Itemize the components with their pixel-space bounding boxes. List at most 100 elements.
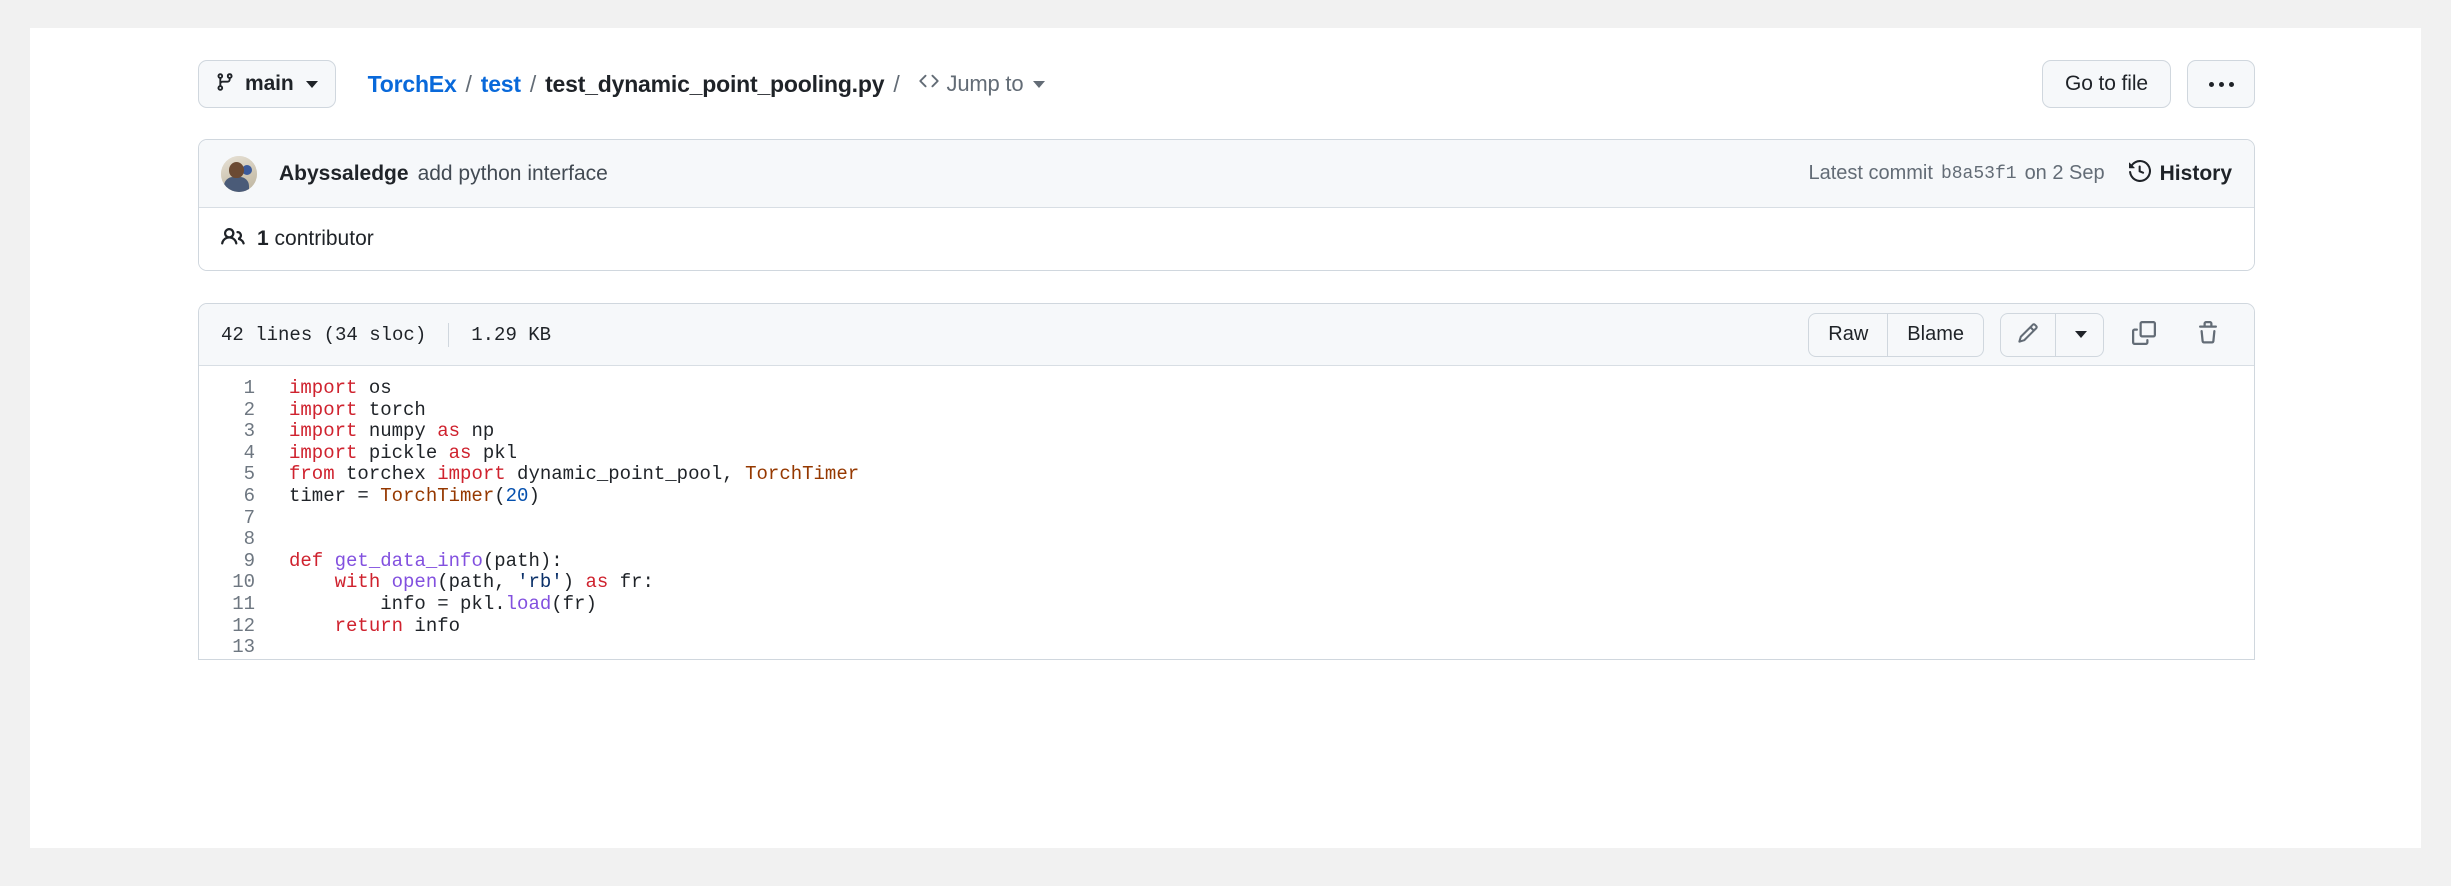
line-content — [273, 508, 300, 530]
breadcrumb-repo-link[interactable]: TorchEx — [368, 71, 457, 98]
line-number[interactable]: 2 — [199, 399, 273, 422]
dot-icon — [2228, 81, 2234, 87]
code-token: torch — [357, 398, 426, 421]
line-count-label: 42 lines (34 sloc) — [221, 323, 427, 346]
commit-message-link[interactable]: add python interface — [418, 162, 608, 186]
code-line: 1 import os — [199, 377, 2254, 400]
branch-selector-button[interactable]: main — [198, 60, 336, 108]
code-token: fr: — [608, 571, 654, 594]
code-token: 20 — [505, 484, 529, 507]
breadcrumb-folder-link[interactable]: test — [481, 71, 521, 98]
line-number[interactable]: 6 — [199, 485, 273, 508]
code-token: with — [334, 571, 381, 594]
edit-file-button[interactable] — [2000, 312, 2056, 357]
line-number[interactable]: 4 — [199, 442, 273, 465]
line-number[interactable]: 3 — [199, 421, 273, 443]
code-line: 10 with open(path, 'rb') as fr: — [199, 572, 2254, 594]
code-token: ) — [528, 484, 540, 507]
line-content: import os — [273, 377, 392, 400]
line-number[interactable]: 8 — [199, 529, 273, 551]
line-content: with open(path, 'rb') as fr: — [273, 572, 654, 594]
go-to-file-button[interactable]: Go to file — [2041, 60, 2171, 108]
history-link[interactable]: History — [2128, 159, 2232, 188]
contributors-row: 1 contributor — [199, 208, 2254, 270]
code-token: (fr) — [551, 592, 597, 615]
code-line: 2 import torch — [199, 398, 2254, 422]
blob-header: 42 lines (34 sloc) 1.29 KB Raw Blame — [199, 304, 2254, 366]
jump-to-label: Jump to — [946, 71, 1024, 96]
code-line: 4 import pickle as pkl — [199, 441, 2254, 465]
line-number[interactable]: 11 — [199, 593, 273, 616]
code-token: as — [585, 571, 609, 594]
code-token: ( — [494, 484, 506, 507]
jump-to-button[interactable]: Jump to — [918, 71, 1046, 97]
code-token: import — [289, 420, 358, 443]
history-label: History — [2159, 161, 2232, 185]
commit-date: on 2 Sep — [2024, 162, 2105, 184]
blame-button[interactable]: Blame — [1888, 312, 1984, 357]
line-content: import pickle as pkl — [273, 441, 517, 465]
avatar[interactable] — [221, 155, 257, 192]
edit-dropdown-button[interactable] — [2056, 312, 2104, 357]
code-token: import — [289, 441, 358, 464]
code-line: 9 def get_data_info(path): — [199, 550, 2254, 573]
git-branch-icon — [215, 71, 235, 98]
line-number[interactable]: 10 — [199, 572, 273, 594]
meta-divider — [448, 322, 450, 347]
code-line: 11 info = pkl.load(fr) — [199, 592, 2254, 616]
code-token: ) — [562, 571, 586, 594]
code-token: from — [289, 463, 335, 486]
copy-raw-content-button[interactable] — [2120, 313, 2168, 357]
line-number[interactable]: 1 — [199, 377, 273, 400]
latest-commit-row: Abyssaledge add python interface Latest … — [199, 140, 2254, 208]
commit-author-link[interactable]: Abyssaledge — [279, 162, 409, 186]
history-clock-icon — [2128, 159, 2151, 188]
code-token: return — [334, 614, 404, 637]
trash-icon — [2196, 321, 2220, 348]
code-token: load — [505, 592, 552, 615]
more-options-button[interactable] — [2187, 60, 2255, 108]
code-token: os — [357, 377, 392, 399]
contributors-label[interactable]: 1 contributor — [257, 227, 374, 251]
commit-sha[interactable]: b8a53f1 — [1941, 164, 2017, 184]
chevron-down-icon — [1033, 80, 1046, 88]
page-content: main TorchEx / test / test_dynamic_point… — [198, 28, 2255, 660]
code-token: as — [437, 420, 461, 443]
code-brackets-icon — [918, 71, 940, 97]
code-token: TorchTimer — [745, 463, 860, 486]
blob-meta: 42 lines (34 sloc) 1.29 KB — [221, 322, 552, 347]
line-number[interactable]: 7 — [199, 507, 273, 530]
code-token: info — [403, 614, 461, 637]
line-number[interactable]: 5 — [199, 464, 273, 486]
code-token: np — [460, 420, 495, 443]
line-number[interactable]: 9 — [199, 550, 273, 573]
code-token: dynamic_point_pool, — [505, 463, 746, 486]
line-content: import numpy as np — [273, 420, 495, 443]
file-size-label: 1.29 KB — [471, 323, 552, 346]
code-token: import — [289, 377, 358, 399]
code-token: numpy — [357, 420, 438, 443]
breadcrumb-filename: test_dynamic_point_pooling.py — [545, 70, 885, 97]
line-content: info = pkl.load(fr) — [273, 592, 597, 616]
blob-actions: Raw Blame — [1808, 312, 2232, 357]
raw-button[interactable]: Raw — [1808, 312, 1889, 357]
code-line: 5 from torchex import dynamic_point_pool,… — [199, 464, 2254, 486]
breadcrumb-separator-1: / — [465, 70, 472, 97]
code-content[interactable]: 1 import os 2 import torch 3 import numpy as … — [199, 366, 2254, 659]
line-number[interactable]: 13 — [199, 637, 273, 659]
pencil-icon — [2017, 322, 2039, 347]
copy-icon — [2132, 321, 2156, 348]
code-token: import — [437, 463, 506, 486]
delete-file-button[interactable] — [2184, 313, 2232, 357]
people-icon — [221, 225, 245, 254]
code-token: torchex — [334, 463, 438, 486]
line-number[interactable]: 12 — [199, 615, 273, 638]
code-line: 12 return info — [199, 614, 2254, 638]
edit-group — [2000, 312, 2104, 357]
file-blob-panel: 42 lines (34 sloc) 1.29 KB Raw Blame 1 i… — [198, 303, 2255, 660]
avatar-body — [224, 176, 249, 192]
